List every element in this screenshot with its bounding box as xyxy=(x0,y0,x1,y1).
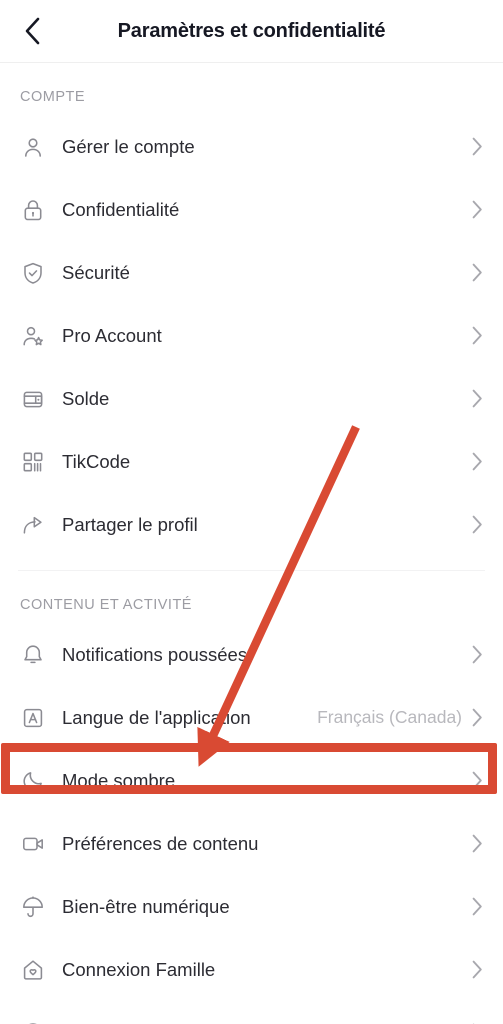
settings-row-label: Préférences de contenu xyxy=(62,833,472,855)
settings-row-label: Connexion Famille xyxy=(62,959,472,981)
settings-row-label: TikCode xyxy=(62,451,472,473)
chevron-right-icon xyxy=(472,452,483,471)
shield-check-icon xyxy=(18,258,48,288)
chevron-right-icon xyxy=(472,326,483,345)
chevron-right-icon xyxy=(472,897,483,916)
section-label: COMPTE xyxy=(0,63,503,115)
settings-row-pro-account[interactable]: Pro Account xyxy=(0,304,503,367)
settings-row-notifications-pouss-es[interactable]: Notifications poussées xyxy=(0,623,503,686)
chevron-right-icon xyxy=(472,137,483,156)
chevron-right-icon xyxy=(472,645,483,664)
person-icon xyxy=(21,135,45,159)
accessibility-icon xyxy=(21,1021,45,1024)
chevron-right-icon xyxy=(472,897,483,916)
video-camera-icon xyxy=(21,832,45,856)
settings-row-label: Solde xyxy=(62,388,472,410)
qrcode-icon xyxy=(18,447,48,477)
moon-icon xyxy=(21,769,45,793)
chevron-right-icon xyxy=(472,834,483,853)
letter-a-box-icon xyxy=(21,706,45,730)
settings-row-label: Sécurité xyxy=(62,262,472,284)
chevron-right-icon xyxy=(472,200,483,219)
qrcode-icon xyxy=(21,450,45,474)
settings-row-langue-de-l-application[interactable]: Langue de l'applicationFrançais (Canada) xyxy=(0,686,503,749)
settings-row-label: Bien-être numérique xyxy=(62,896,472,918)
shield-check-icon xyxy=(21,261,45,285)
back-button[interactable] xyxy=(12,11,52,51)
settings-row-solde[interactable]: Solde xyxy=(0,367,503,430)
accessibility-icon xyxy=(18,1018,48,1024)
chevron-right-icon xyxy=(472,834,483,853)
settings-row-label: Mode sombre xyxy=(62,770,472,792)
settings-row-label: Pro Account xyxy=(62,325,472,347)
lock-icon xyxy=(18,195,48,225)
settings-row-connexion-famille[interactable]: Connexion Famille xyxy=(0,938,503,1001)
bell-icon xyxy=(21,643,45,667)
settings-row-tikcode[interactable]: TikCode xyxy=(0,430,503,493)
home-heart-icon xyxy=(21,958,45,982)
chevron-right-icon xyxy=(472,960,483,979)
bell-icon xyxy=(18,640,48,670)
settings-row-label: Partager le profil xyxy=(62,514,472,536)
chevron-right-icon xyxy=(472,645,483,664)
chevron-right-icon xyxy=(472,708,483,727)
settings-row-partager-le-profil[interactable]: Partager le profil xyxy=(0,493,503,556)
settings-row-g-rer-le-compte[interactable]: Gérer le compte xyxy=(0,115,503,178)
settings-row-pr-f-rences-de-contenu[interactable]: Préférences de contenu xyxy=(0,812,503,875)
chevron-right-icon xyxy=(472,263,483,282)
chevron-right-icon xyxy=(472,771,483,790)
chevron-right-icon xyxy=(472,452,483,471)
settings-row-accessibilit[interactable]: Accessibilité xyxy=(0,1001,503,1024)
video-camera-icon xyxy=(18,829,48,859)
umbrella-icon xyxy=(18,892,48,922)
wallet-icon xyxy=(21,387,45,411)
chevron-right-icon xyxy=(472,771,483,790)
settings-row-confidentialit[interactable]: Confidentialité xyxy=(0,178,503,241)
home-heart-icon xyxy=(18,955,48,985)
settings-row-mode-sombre[interactable]: Mode sombre xyxy=(0,749,503,812)
chevron-right-icon xyxy=(472,389,483,408)
chevron-right-icon xyxy=(472,708,483,727)
share-arrow-icon xyxy=(18,510,48,540)
lock-icon xyxy=(21,198,45,222)
chevron-right-icon xyxy=(472,515,483,534)
settings-row-label: Gérer le compte xyxy=(62,136,472,158)
chevron-right-icon xyxy=(472,960,483,979)
chevron-left-icon xyxy=(21,16,43,46)
settings-row-bien-tre-num-rique[interactable]: Bien-être numérique xyxy=(0,875,503,938)
moon-icon xyxy=(18,766,48,796)
chevron-right-icon xyxy=(472,515,483,534)
umbrella-icon xyxy=(21,895,45,919)
settings-list: COMPTE Gérer le compte Confidentialité Sécu… xyxy=(0,63,503,1024)
chevron-right-icon xyxy=(472,389,483,408)
settings-row-label: Langue de l'application xyxy=(62,707,317,729)
settings-row-label: Confidentialité xyxy=(62,199,472,221)
section-label: CONTENU ET ACTIVITÉ xyxy=(0,571,503,623)
chevron-right-icon xyxy=(472,137,483,156)
settings-screen: Paramètres et confidentialité COMPTE Gére… xyxy=(0,0,503,1024)
wallet-icon xyxy=(18,384,48,414)
settings-row-value: Français (Canada) xyxy=(317,707,462,728)
letter-a-box-icon xyxy=(18,703,48,733)
settings-row-s-curit[interactable]: Sécurité xyxy=(0,241,503,304)
person-star-icon xyxy=(18,321,48,351)
settings-row-label: Notifications poussées xyxy=(62,644,472,666)
app-header: Paramètres et confidentialité xyxy=(0,0,503,63)
share-arrow-icon xyxy=(21,513,45,537)
chevron-right-icon xyxy=(472,200,483,219)
person-icon xyxy=(18,132,48,162)
chevron-right-icon xyxy=(472,326,483,345)
page-title: Paramètres et confidentialité xyxy=(0,20,503,43)
chevron-right-icon xyxy=(472,263,483,282)
person-star-icon xyxy=(21,324,45,348)
